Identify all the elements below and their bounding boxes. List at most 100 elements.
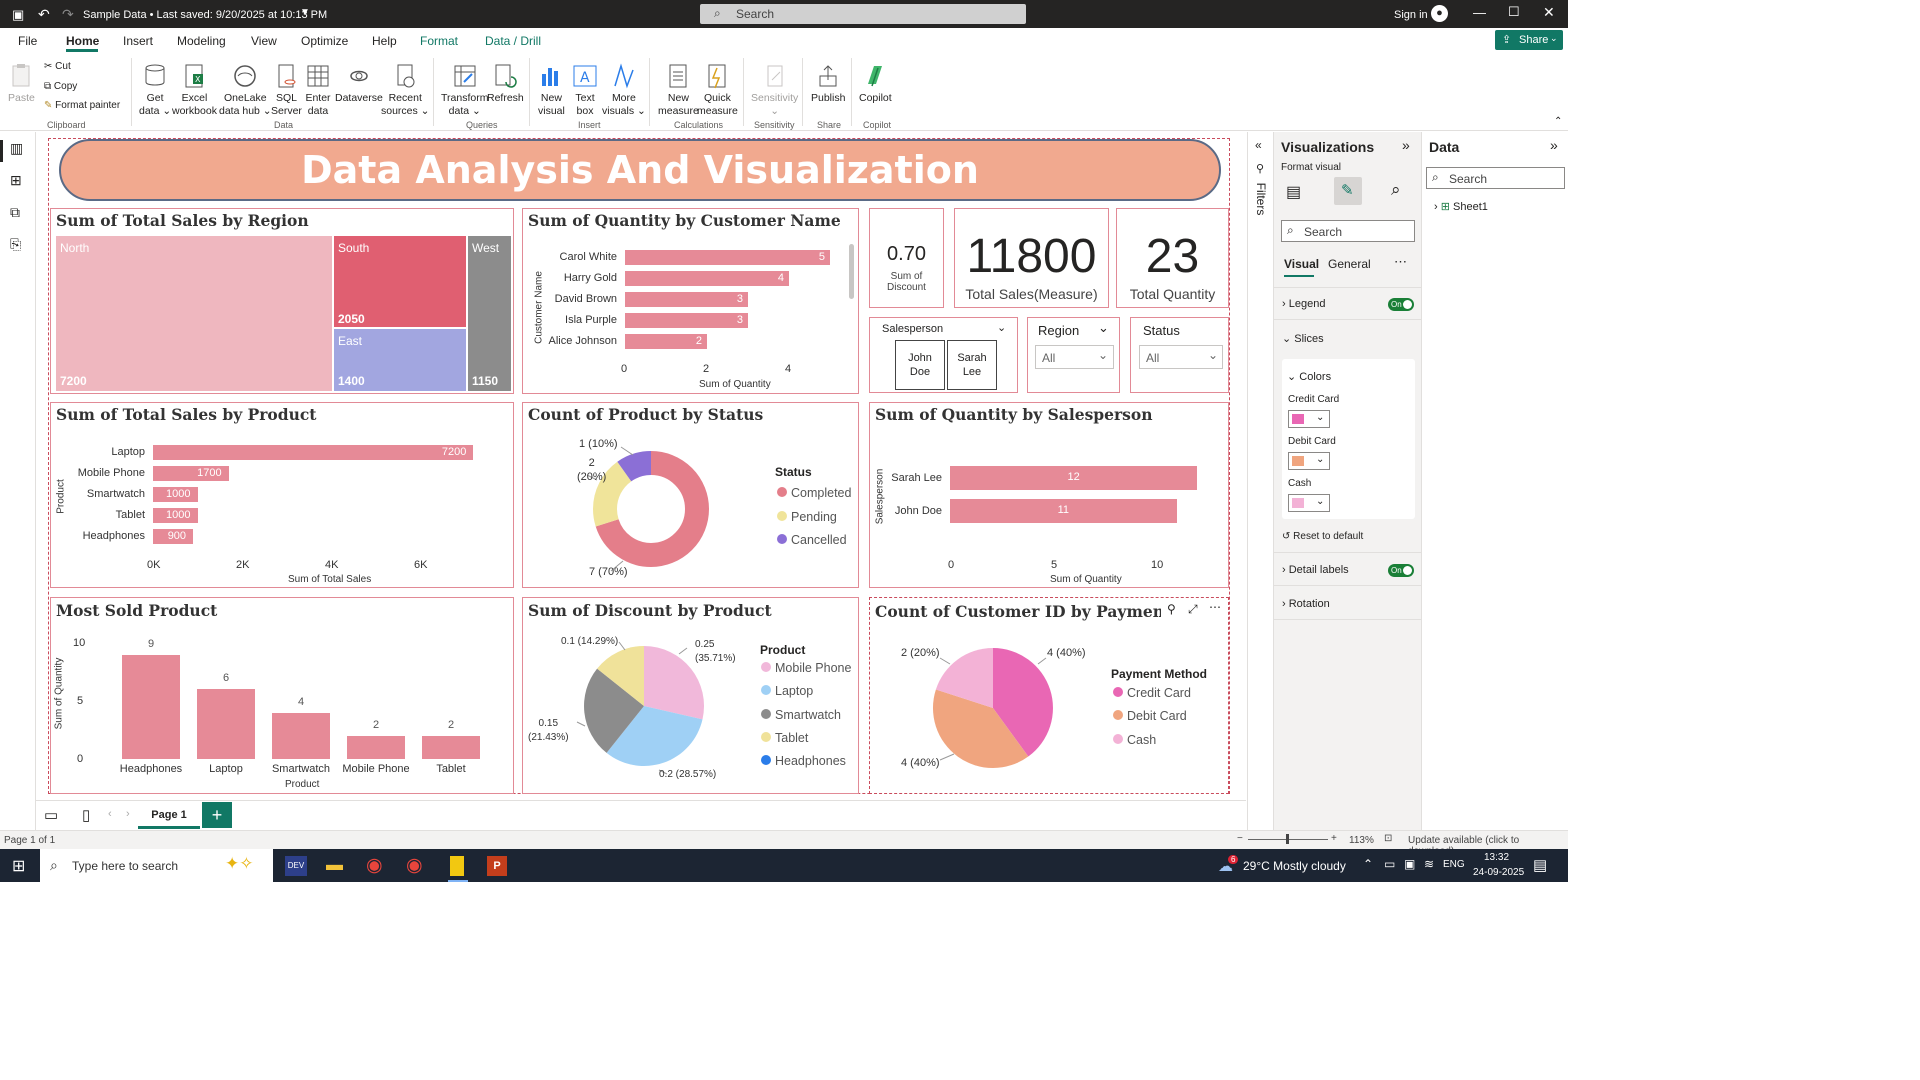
chevron-down-icon[interactable]: ▼	[300, 7, 310, 18]
notifications-icon[interactable]: ▤	[1533, 856, 1547, 874]
column[interactable]	[347, 735, 405, 759]
collapse-ribbon-icon[interactable]: ⌃	[1554, 116, 1562, 127]
page-tab-1[interactable]: Page 1	[138, 801, 200, 829]
cut-button[interactable]: ✂ Cut	[44, 61, 71, 72]
chevron-down-icon[interactable]: ⌄	[1098, 320, 1109, 336]
format-search-input[interactable]: ⌕ Search	[1281, 220, 1415, 242]
legend-section[interactable]: › Legend	[1282, 298, 1325, 310]
collapse-pane-icon[interactable]: »	[1402, 137, 1410, 153]
legend-item[interactable]: Tablet	[761, 731, 808, 745]
treemap-visual[interactable]: Sum of Total Sales by Region North 7200 …	[50, 208, 514, 394]
dataverse-button[interactable]: Dataverse	[335, 62, 383, 105]
region-slicer[interactable]: Region ⌄ All ⌄	[1027, 317, 1120, 393]
devtools-app-icon[interactable]: DEV	[285, 856, 307, 876]
fit-to-page-icon[interactable]: ⊡	[1384, 833, 1392, 844]
discount-card[interactable]: 0.70 Sum of Discount	[869, 208, 944, 308]
reset-to-default-link[interactable]: ↺ Reset to default	[1282, 531, 1363, 542]
slicer-option-sarah-lee[interactable]: Sarah Lee	[947, 340, 997, 390]
bar[interactable]: 2	[625, 334, 707, 349]
copilot-button[interactable]: Copilot	[859, 62, 892, 105]
tab-file[interactable]: File	[18, 34, 37, 48]
legend-item[interactable]: Cash	[1113, 733, 1156, 747]
bar[interactable]: 7200	[153, 445, 474, 460]
zoom-in-icon[interactable]: +	[1331, 833, 1337, 844]
payment-method-pie-chart[interactable]: Count of Customer ID by Payment M ⚲ ⤢ ⋯ …	[869, 597, 1229, 794]
onelake-button[interactable]: OneLake data hub ⌄	[219, 62, 272, 118]
treemap-tile-south[interactable]: South 2050	[334, 236, 466, 327]
bar[interactable]: 4	[625, 271, 789, 286]
clock-time[interactable]: 13:32	[1484, 852, 1509, 863]
redo-icon[interactable]: ↷	[62, 6, 74, 23]
legend-item[interactable]: Mobile Phone	[761, 661, 851, 675]
excel-workbook-button[interactable]: X Excel workbook	[172, 62, 217, 118]
dax-query-view-icon[interactable]: ⎘	[10, 236, 21, 253]
treemap-tile-west[interactable]: West 1150	[468, 236, 511, 391]
bar[interactable]: 1000	[153, 487, 198, 502]
status-slicer[interactable]: Status All ⌄	[1130, 317, 1229, 393]
share-button[interactable]: ⇪ Share ⌄	[1495, 30, 1563, 50]
tab-general[interactable]: General	[1328, 257, 1371, 271]
treemap-tile-east[interactable]: East 1400	[334, 329, 466, 391]
legend-item[interactable]: Headphones	[761, 754, 846, 768]
filters-pane-collapsed[interactable]: « ⚲ Filters	[1247, 132, 1273, 832]
maximize-icon[interactable]: ☐	[1508, 4, 1520, 20]
cash-color-picker[interactable]: ⌄	[1288, 494, 1330, 512]
add-page-button[interactable]: +	[202, 802, 232, 828]
format-visual-icon[interactable]: ✎	[1334, 177, 1362, 205]
powerpoint-icon[interactable]: P	[487, 856, 507, 876]
slicer-option-john-doe[interactable]: John Doe	[895, 340, 945, 390]
report-view-icon[interactable]: ▥	[10, 140, 23, 157]
legend-item[interactable]: Smartwatch	[761, 708, 841, 722]
zoom-out-icon[interactable]: −	[1237, 833, 1243, 844]
undo-icon[interactable]: ↶	[38, 6, 50, 23]
bar[interactable]: 5	[625, 250, 830, 265]
table-sheet1[interactable]: › ⊞ Sheet1	[1434, 200, 1488, 213]
treemap-tile-north[interactable]: North 7200	[56, 236, 332, 391]
bar[interactable]: 3	[625, 313, 748, 328]
power-bi-icon[interactable]	[450, 856, 464, 876]
legend-item[interactable]: Completed	[777, 486, 851, 500]
quick-measure-button[interactable]: Quick measure	[697, 62, 738, 118]
publish-button[interactable]: Publish	[811, 62, 845, 105]
bar[interactable]: 1700	[153, 466, 229, 481]
column[interactable]	[197, 689, 255, 759]
bar[interactable]: 11	[950, 499, 1177, 523]
legend-item[interactable]: Cancelled	[777, 533, 847, 547]
detail-labels-section[interactable]: › Detail labels	[1282, 564, 1349, 576]
chrome-profile-icon[interactable]: ◉	[406, 854, 423, 877]
chevron-down-icon[interactable]: ⌄	[997, 321, 1006, 334]
mobile-layout-icon[interactable]: ▯	[82, 806, 90, 824]
format-painter-button[interactable]: ✎ Format painter	[44, 100, 120, 111]
sign-in-link[interactable]: Sign in	[1394, 9, 1428, 21]
more-visuals-button[interactable]: More visuals ⌄	[602, 62, 646, 118]
product-sales-chart[interactable]: Sum of Total Sales by Product Product 0K…	[50, 402, 514, 588]
colors-section[interactable]: ⌄ Colors	[1287, 370, 1331, 383]
windows-start-icon[interactable]: ⊞	[12, 856, 25, 876]
table-view-icon[interactable]: ⊞	[10, 172, 22, 189]
tab-optimize[interactable]: Optimize	[301, 34, 348, 48]
chevron-up-icon[interactable]: ⌃	[1363, 857, 1373, 871]
legend-toggle[interactable]: On	[1388, 298, 1414, 311]
clock-date[interactable]: 24-09-2025	[1473, 867, 1524, 878]
taskbar-search-input[interactable]: ⌕ Type here to search ✦✧	[40, 849, 273, 882]
tab-view[interactable]: View	[251, 34, 277, 48]
status-donut-chart[interactable]: Count of Product by Status 1 (10%) 2 (20%…	[522, 402, 859, 588]
bar[interactable]: 12	[950, 466, 1198, 490]
sensitivity-button[interactable]: Sensitivity ⌄	[751, 62, 798, 118]
analytics-icon[interactable]: ⌕	[1391, 180, 1401, 200]
model-view-icon[interactable]: ⧉	[10, 204, 20, 221]
collapse-pane-icon[interactable]: »	[1550, 137, 1558, 153]
new-visual-button[interactable]: New visual	[538, 62, 565, 118]
wifi-icon[interactable]: ≋	[1424, 857, 1434, 871]
bar[interactable]: 1000	[153, 508, 198, 523]
total-quantity-card[interactable]: 23 Total Quantity	[1116, 208, 1229, 308]
expand-icon[interactable]: «	[1255, 138, 1262, 152]
file-title[interactable]: Sample Data • Last saved: 9/20/2025 at 1…	[83, 9, 327, 21]
column[interactable]	[422, 735, 480, 759]
search-input[interactable]: ⌕ Search	[700, 4, 1026, 24]
minimize-icon[interactable]: —	[1473, 5, 1486, 20]
paste-button[interactable]: Paste	[8, 62, 35, 105]
detail-labels-toggle[interactable]: On	[1388, 564, 1414, 577]
refresh-button[interactable]: Refresh	[487, 62, 524, 105]
scrollbar[interactable]	[849, 244, 854, 299]
